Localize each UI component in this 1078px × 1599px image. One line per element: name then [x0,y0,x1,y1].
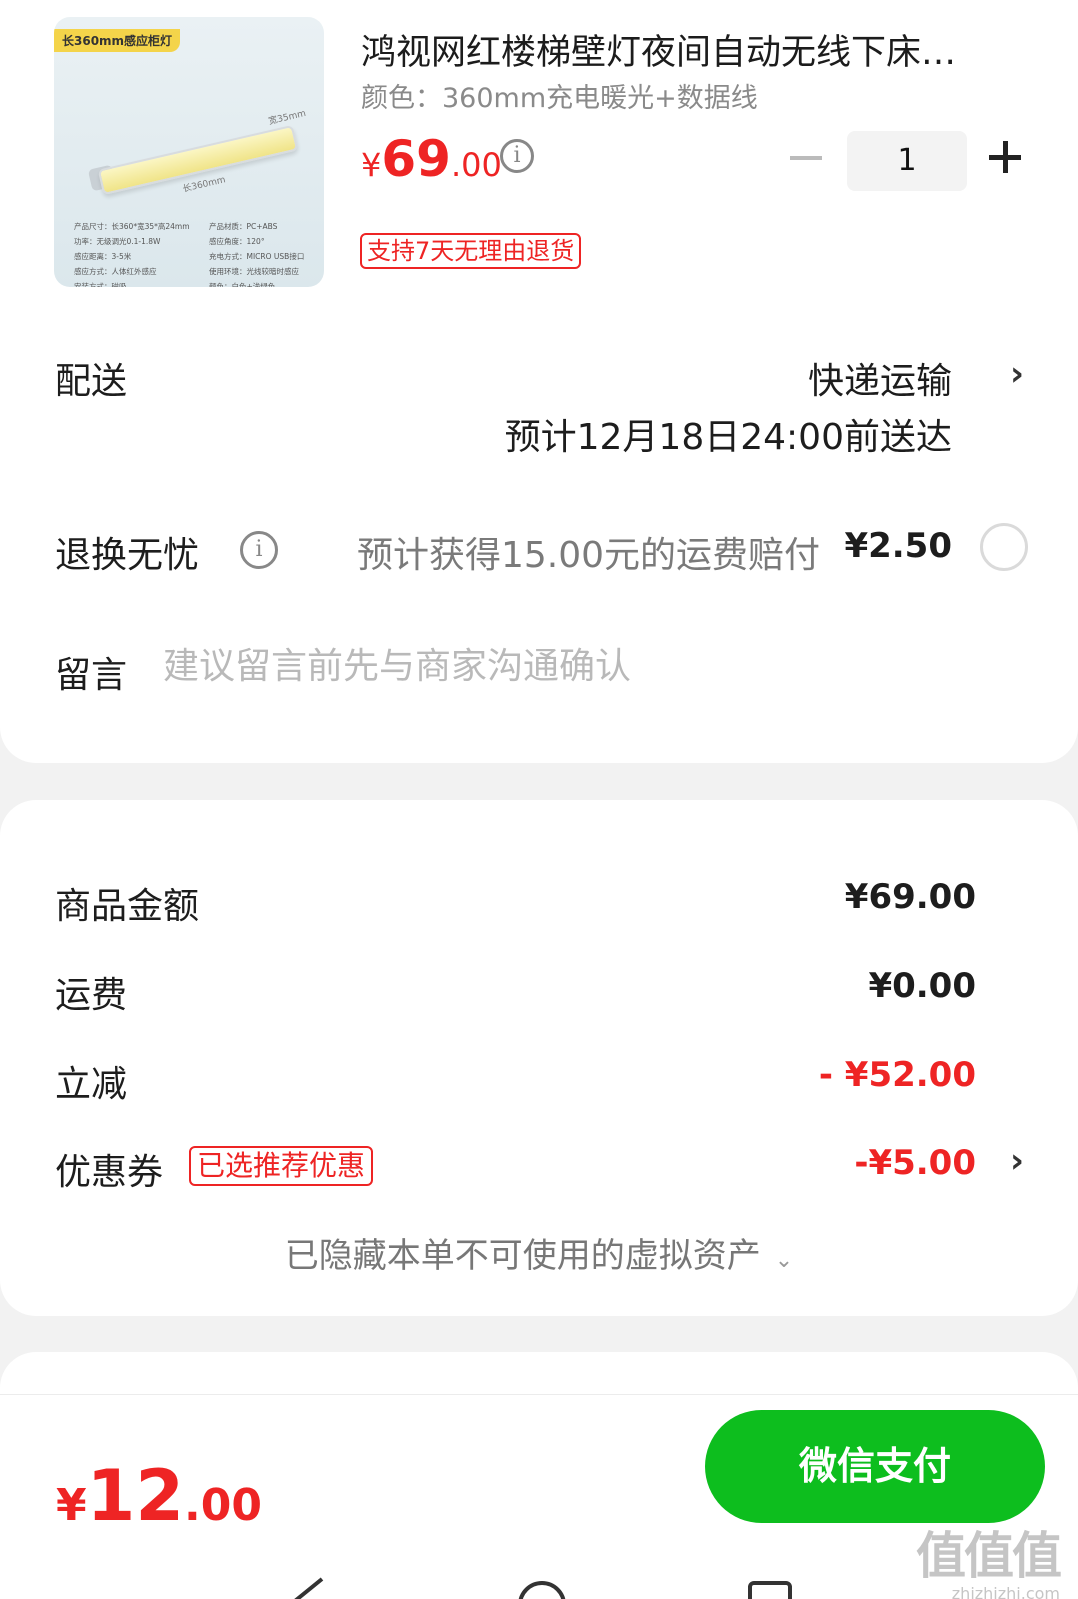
spec-item: 感应距离：3-5米 [74,252,132,261]
price-decimal: .00 [450,146,502,184]
price-integer: 69 [381,130,451,188]
instant-discount-label: 立减 [55,1064,128,1105]
goods-amount-label: 商品金额 [55,886,200,927]
return-insurance-label: 退换无忧 [55,535,200,576]
coupon-chevron-right-icon[interactable]: › [1010,1141,1024,1181]
delivery-chevron-right-icon[interactable]: › [1010,354,1024,394]
delivery-eta: 预计12月18日24:00前送达 [504,417,952,458]
shipping-fee-value: ¥0.00 [868,966,976,1006]
product-price: ¥69.00 [361,130,502,188]
price-info-icon[interactable]: i [500,139,534,173]
message-label: 留言 [55,655,128,696]
product-variant[interactable]: 颜色：360mm充电暖光+数据线 [361,76,758,115]
return-insurance-radio[interactable] [980,523,1028,571]
nav-home-icon[interactable] [512,1575,572,1599]
nav-recent-apps-icon[interactable] [742,1577,798,1599]
return-policy-badge: 支持7天无理由退货 [360,233,582,269]
spec-item: 产品尺寸：长360*宽35*高24mm [74,222,190,231]
return-insurance-info-icon[interactable]: i [240,531,278,569]
coupon-selected-badge[interactable]: 已选推荐优惠 [189,1146,374,1186]
dim-width-label: 宽35mm [267,108,307,128]
spec-item: 产品材质：PC+ABS [209,222,278,231]
delivery-method[interactable]: 快递运输 [808,352,952,404]
hidden-assets-toggle[interactable]: 已隐藏本单不可使用的虚拟资产 ⌄ [0,1228,1078,1277]
product-image-tag: 长360mm感应柜灯 [54,29,181,52]
return-insurance-price: ¥2.50 [844,526,952,566]
total-decimal: .00 [184,1480,262,1531]
quantity-decrease-button[interactable] [790,156,822,160]
instant-discount-value: - ¥52.00 [818,1055,976,1095]
message-input[interactable] [163,646,983,687]
coupon-label: 优惠券 [55,1152,164,1193]
price-symbol: ¥ [361,146,382,184]
chevron-down-icon: ⌄ [774,1248,794,1273]
total-price: ¥12.00 [56,1455,262,1537]
nav-back-icon[interactable] [282,1575,342,1599]
quantity-increase-button[interactable] [989,141,1021,173]
quantity-value[interactable]: 1 [847,131,967,191]
spec-item: 感应角度：120° [209,237,265,246]
spec-item: 充电方式：MICRO USB接口 [209,252,305,261]
goods-amount-value: ¥69.00 [844,877,976,917]
product-title[interactable]: 鸿视网红楼梯壁灯夜间自动无线下床… [361,24,1021,75]
watermark-logo: 值值值 [916,1527,1062,1585]
product-image[interactable]: 长360mm感应柜灯 宽35mm 长360mm 产品尺寸：长360*宽35*高2… [54,17,324,287]
spec-item: 安装方式：磁吸 [74,282,127,287]
coupon-value[interactable]: -¥5.00 [854,1143,976,1183]
wechat-pay-button[interactable]: 微信支付 [705,1410,1045,1523]
return-insurance-text: 预计获得15.00元的运费赔付 [357,535,821,576]
total-integer: 12 [86,1455,185,1537]
spec-item: 感应方式：人体红外感应 [74,267,157,276]
product-specs: 产品尺寸：长360*宽35*高24mm 产品材质：PC+ABS 功率：无级调光0… [74,219,314,287]
total-symbol: ¥ [56,1480,87,1531]
shipping-fee-label: 运费 [55,975,128,1016]
delivery-label: 配送 [55,361,128,402]
spec-item: 使用环境：光线较暗时感应 [209,267,299,276]
hidden-assets-text: 已隐藏本单不可使用的虚拟资产 [284,1236,761,1276]
spec-item: 功率：无级调光0.1-1.8W [74,237,161,246]
site-watermark: 值值值 zhizhizhi.com [916,1516,1062,1599]
spec-item: 颜色：白色+浅绿色 [209,282,276,287]
